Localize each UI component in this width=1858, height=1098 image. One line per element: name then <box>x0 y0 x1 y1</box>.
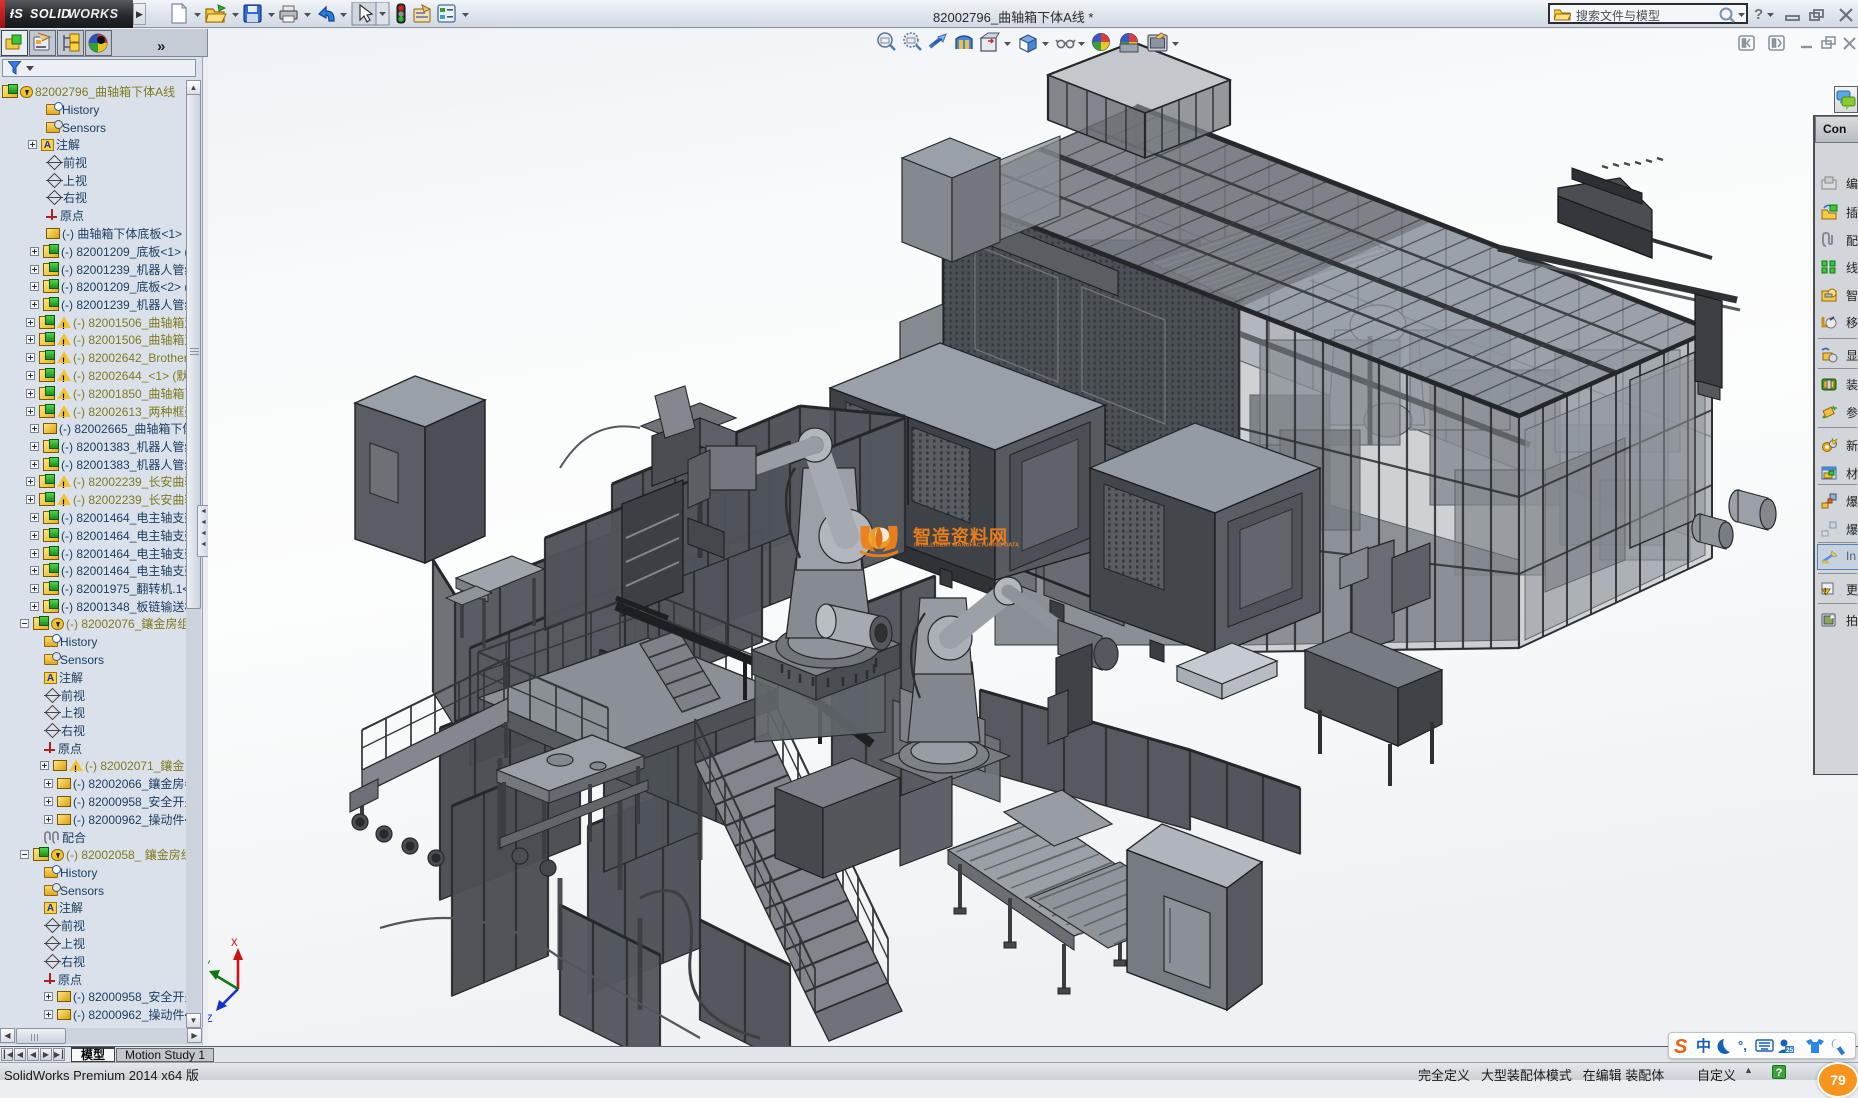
svg-text:X: X <box>231 938 238 950</box>
svg-text:Y: Y <box>208 960 211 972</box>
svg-text:WORKS: WORKS <box>68 7 119 21</box>
svg-text:?: ? <box>1754 6 1763 23</box>
svg-text:S: S <box>1674 1036 1688 1058</box>
svg-text:°,: °, <box>1738 1038 1747 1053</box>
svg-text:25: 25 <box>1786 1047 1794 1054</box>
svg-text:中: 中 <box>1696 1037 1711 1055</box>
svg-text:ƗS: ƗS <box>10 6 23 21</box>
svg-text:SOLID: SOLID <box>30 7 71 21</box>
svg-text:Z: Z <box>208 1014 213 1026</box>
svg-text:!: ! <box>1824 587 1827 596</box>
